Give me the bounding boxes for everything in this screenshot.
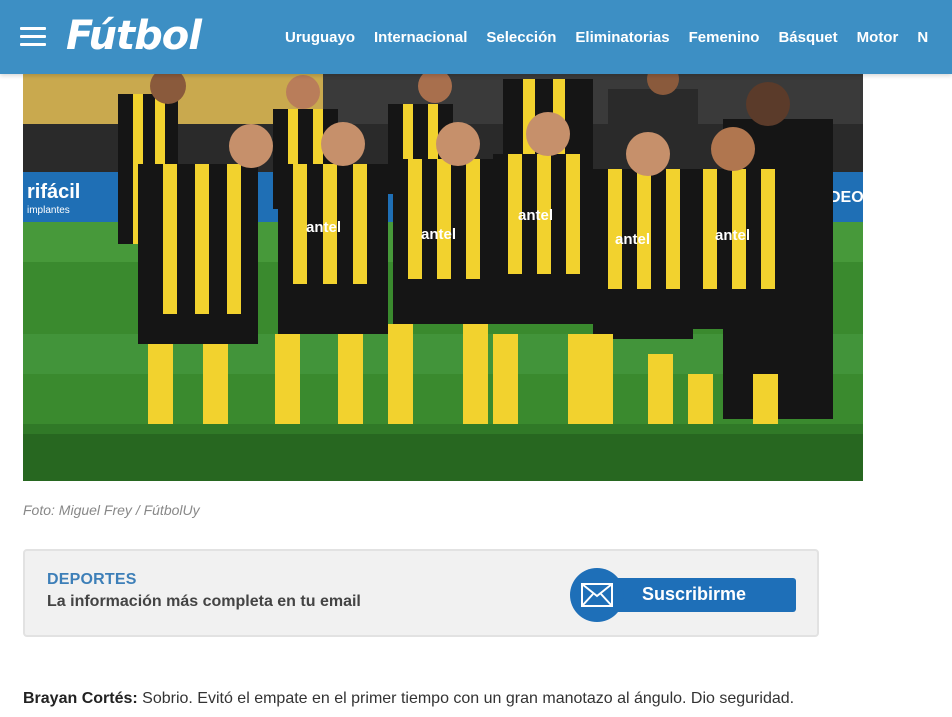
site-header: Fútbol Uruguayo Internacional Selección … xyxy=(0,0,952,74)
svg-text:DEO: DEO xyxy=(829,189,863,206)
svg-text:rifácil: rifácil xyxy=(27,181,80,203)
sponsor-text: antel xyxy=(518,207,553,224)
envelope-icon xyxy=(581,583,613,607)
subscribe-label[interactable]: Suscribirme xyxy=(642,584,746,605)
nav-item-internacional[interactable]: Internacional xyxy=(374,29,467,46)
main-nav: Uruguayo Internacional Selección Elimina… xyxy=(285,0,928,74)
newsletter-box: DEPORTES La información más completa en … xyxy=(23,549,819,637)
sponsor-text: antel xyxy=(715,227,750,244)
team-photo: rifácil implantes DEO antel antel antel … xyxy=(23,74,863,481)
sponsor-text: antel xyxy=(306,219,341,236)
nav-item-basquet[interactable]: Básquet xyxy=(778,29,837,46)
nav-item-femenino[interactable]: Femenino xyxy=(689,29,760,46)
sponsor-text: antel xyxy=(421,226,456,243)
hamburger-menu-icon[interactable] xyxy=(20,27,46,47)
nav-item-truncated[interactable]: N xyxy=(917,29,928,46)
newsletter-title: DEPORTES xyxy=(47,571,137,588)
site-logo[interactable]: Fútbol xyxy=(66,8,202,64)
photo-caption: Foto: Miguel Frey / FútbolUy xyxy=(23,502,200,518)
sponsor-text: antel xyxy=(615,231,650,248)
subscribe-button[interactable]: Suscribirme xyxy=(570,568,796,622)
svg-text:implantes: implantes xyxy=(27,205,70,216)
newsletter-description: La información más completa en tu email xyxy=(47,593,361,610)
email-icon-circle[interactable] xyxy=(570,568,624,622)
article-paragraph: Brayan Cortés: Sobrio. Evitó el empate e… xyxy=(23,690,943,708)
nav-item-uruguayo[interactable]: Uruguayo xyxy=(285,29,355,46)
nav-item-motor[interactable]: Motor xyxy=(857,29,899,46)
player-name: Brayan Cortés: xyxy=(23,690,138,707)
player-review: Sobrio. Evitó el empate en el primer tie… xyxy=(137,690,795,707)
nav-item-eliminatorias[interactable]: Eliminatorias xyxy=(575,29,669,46)
nav-item-seleccion[interactable]: Selección xyxy=(486,29,556,46)
